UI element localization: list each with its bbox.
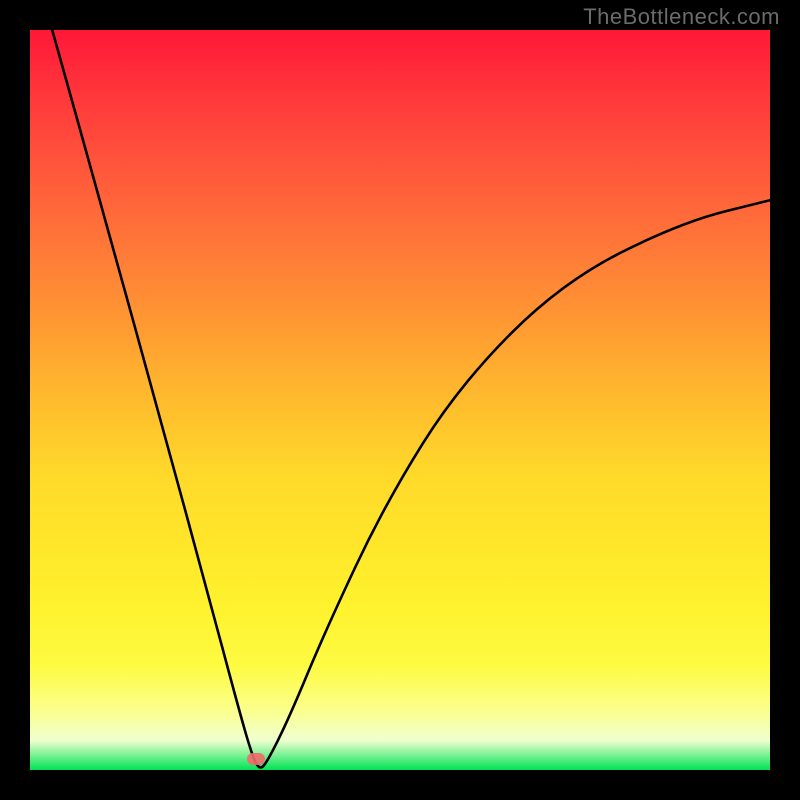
watermark-text: TheBottleneck.com [583,4,780,30]
curve-svg [30,30,770,770]
chart-frame: TheBottleneck.com [0,0,800,800]
bottleneck-curve [52,30,770,768]
plot-area [30,30,770,770]
vertex-marker [247,753,265,765]
